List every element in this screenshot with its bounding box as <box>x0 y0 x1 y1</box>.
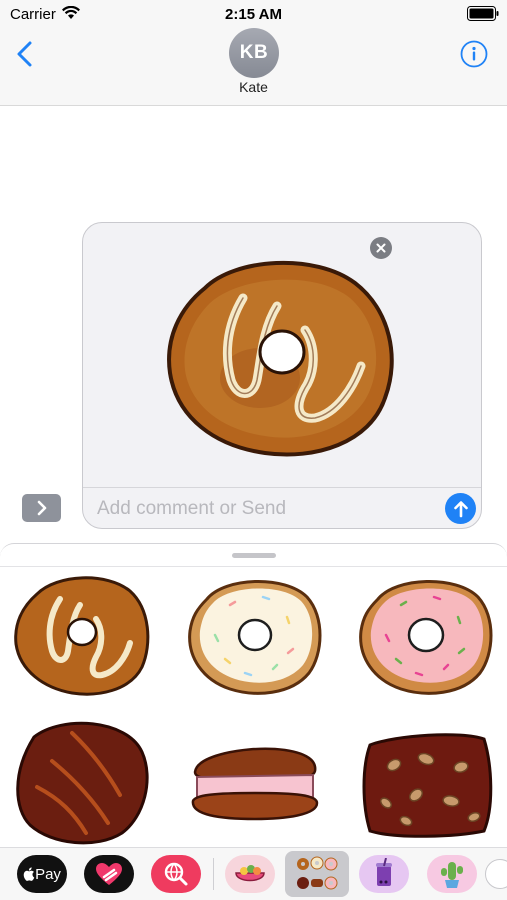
app-strip-separator <box>213 858 214 890</box>
app-strip: Pay <box>0 847 507 900</box>
message-area <box>0 106 507 546</box>
cactus-icon <box>441 862 463 888</box>
battery-icon <box>467 6 499 21</box>
remove-sticker-button[interactable] <box>370 237 392 259</box>
white-sprinkle-donut-sticker[interactable] <box>185 569 325 699</box>
drawer-divider <box>0 566 507 567</box>
digital-touch-app[interactable] <box>84 855 134 893</box>
bubble-tea-stickers-app[interactable] <box>359 855 409 893</box>
image-search-app[interactable] <box>151 855 201 893</box>
almond-chocolate-bar-sticker[interactable] <box>356 717 496 847</box>
drawer-grabber[interactable] <box>232 553 276 558</box>
chevron-right-icon <box>37 500 46 516</box>
glazed-donut-sticker[interactable] <box>12 569 152 699</box>
close-icon <box>376 243 386 253</box>
contact-name[interactable]: Kate <box>0 79 507 95</box>
cactus-stickers-app[interactable] <box>427 855 477 893</box>
message-input[interactable] <box>97 495 427 523</box>
apple-logo-icon <box>23 867 35 881</box>
clock: 2:15 AM <box>225 6 282 23</box>
send-button[interactable] <box>445 493 476 524</box>
compose-box <box>82 222 482 529</box>
fruit-bowl-stickers-app[interactable] <box>225 855 275 893</box>
pink-sprinkle-donut-sticker[interactable] <box>356 569 496 699</box>
status-bar: Carrier 2:15 AM <box>0 0 507 28</box>
globe-search-icon <box>164 862 188 886</box>
compose-divider <box>83 487 481 488</box>
sticker-drawer <box>0 543 507 847</box>
info-icon[interactable] <box>460 40 488 68</box>
expand-apps-button[interactable] <box>22 494 61 522</box>
apple-pay-app[interactable]: Pay <box>17 855 67 893</box>
more-apps-button[interactable] <box>485 859 507 889</box>
contact-avatar[interactable]: KB <box>229 28 279 78</box>
fruit-bowl-icon <box>235 865 265 882</box>
donuts-icon <box>297 856 338 890</box>
back-button[interactable] <box>10 38 42 70</box>
chocolate-candy-sticker[interactable] <box>12 717 152 847</box>
donut-stickers-app[interactable] <box>285 851 349 897</box>
conversation-header: KB Kate <box>0 28 507 106</box>
bubble-tea-icon <box>376 858 392 886</box>
heart-touch-icon <box>96 863 122 885</box>
cream-sandwich-cookie-sticker[interactable] <box>185 717 325 847</box>
arrow-up-icon <box>453 500 468 517</box>
apple-pay-label: Pay <box>35 865 61 883</box>
sticker-preview[interactable] <box>165 248 397 462</box>
